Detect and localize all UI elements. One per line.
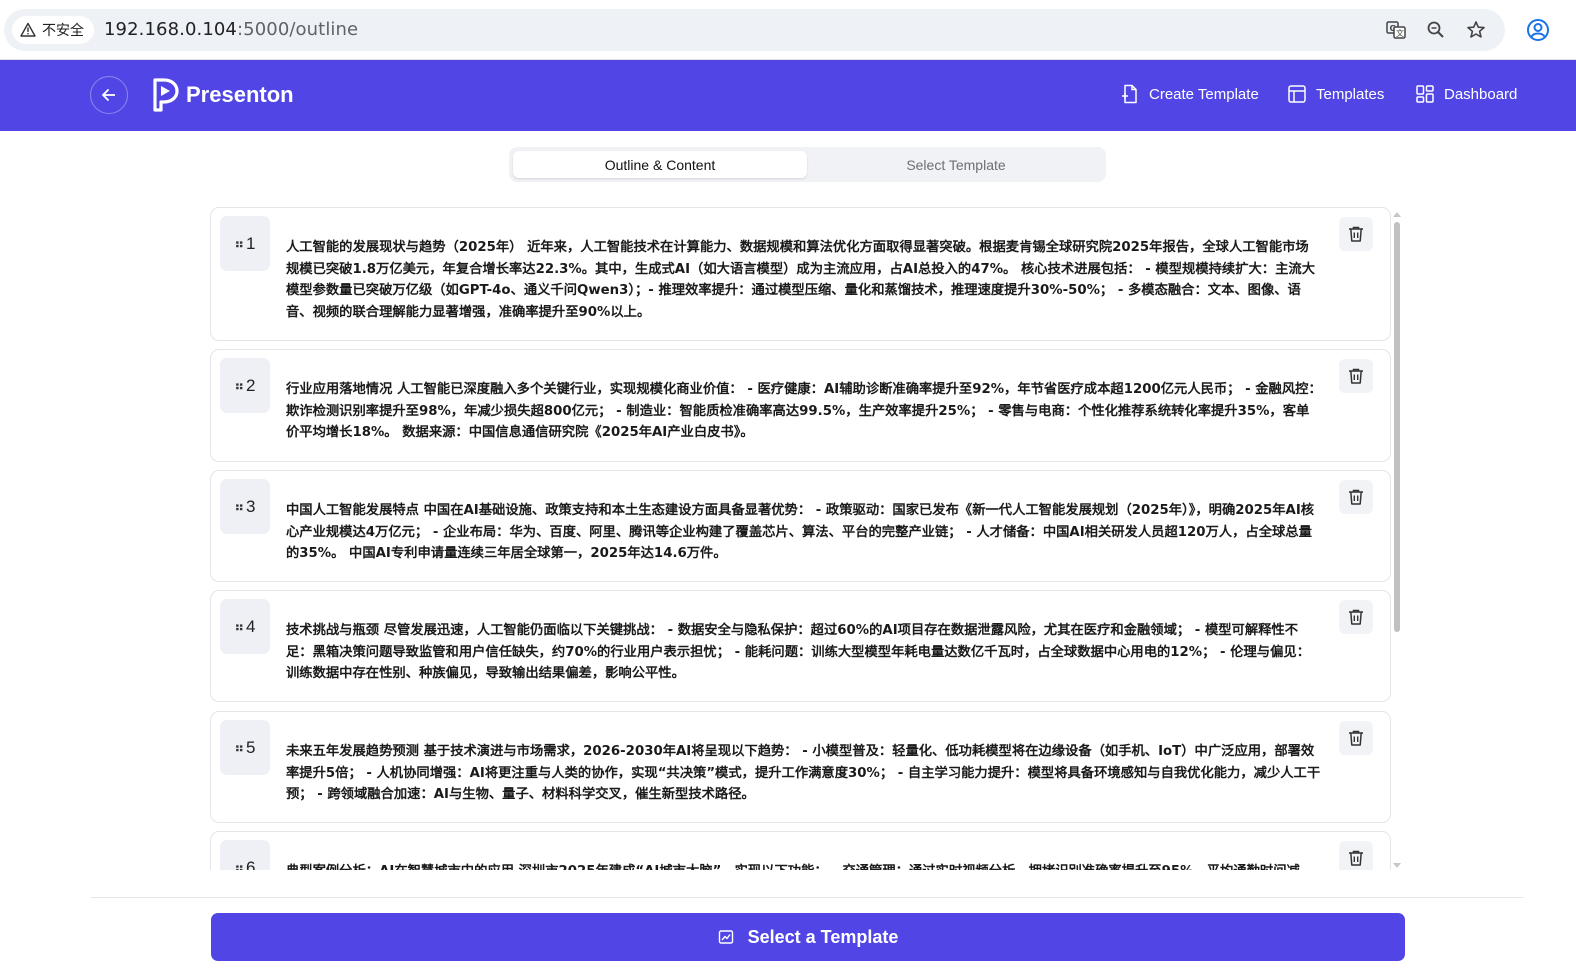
slide-number: 5 [246,737,256,757]
grip-dots-icon: ⠶ [234,235,244,251]
outline-text[interactable]: 未来五年发展趋势预测 基于技术演进与市场需求，2026-2030年AI将呈现以下… [286,741,1322,806]
browser-toolbar: 不安全 192.168.0.104:5000/outline G文 [0,0,1576,60]
security-indicator[interactable]: 不安全 [12,16,94,44]
scroll-up-arrow-icon[interactable] [1393,212,1401,217]
delete-button[interactable] [1339,359,1373,393]
drag-handle[interactable]: ⠶ 6 [220,840,270,870]
trash-icon [1349,730,1363,746]
nav-create-template[interactable]: Create Template [1120,84,1259,104]
nav-templates-label: Templates [1316,85,1385,103]
slide-number: 4 [246,616,256,636]
slide-number: 2 [246,375,256,395]
outline-card[interactable]: ⠶ 4 技术挑战与瓶颈 尽管发展迅速，人工智能仍面临以下关键挑战： - 数据安全与… [210,590,1391,702]
grip-dots-icon: ⠶ [234,618,244,634]
drag-handle[interactable]: ⠶ 5 [220,720,270,775]
arrow-left-icon [102,89,115,101]
presenton-logo-icon [153,78,179,112]
outline-text[interactable]: 行业应用落地情况 人工智能已深度融入多个关键行业，实现规模化商业价值： - 医疗… [286,379,1322,444]
delete-button[interactable] [1339,217,1373,251]
drag-handle[interactable]: ⠶ 2 [220,358,270,413]
brand-logo[interactable]: Presenton [152,78,294,112]
image-chart-icon [718,930,733,944]
footer-divider [91,897,1524,898]
trash-icon [1349,226,1363,242]
layout-template-icon [1288,85,1306,103]
step-tabs: Outline & Content Select Template [509,147,1106,182]
outline-card[interactable]: ⠶ 1 人工智能的发展现状与趋势（2025年） 近年来，人工智能技术在计算能力、数… [210,207,1391,341]
tab-outline-content[interactable]: Outline & Content [513,151,807,178]
tab-select-template[interactable]: Select Template [809,151,1103,178]
back-button[interactable] [90,76,128,114]
drag-handle[interactable]: ⠶ 4 [220,599,270,654]
outline-list: ⠶ 1 人工智能的发展现状与趋势（2025年） 近年来，人工智能技术在计算能力、数… [210,207,1406,870]
outline-text[interactable]: 技术挑战与瓶颈 尽管发展迅速，人工智能仍面临以下关键挑战： - 数据安全与隐私保… [286,620,1322,685]
grip-dots-icon: ⠶ [234,498,244,514]
grip-dots-icon: ⠶ [234,377,244,393]
drag-handle[interactable]: ⠶ 1 [220,216,270,271]
outline-card[interactable]: ⠶ 2 行业应用落地情况 人工智能已深度融入多个关键行业，实现规模化商业价值： -… [210,349,1391,462]
svg-text:文: 文 [1396,28,1404,38]
outline-text[interactable]: 典型案例分析：AI在智慧城市中的应用 深圳市2025年建成“AI城市大脑”，实现… [286,861,1322,870]
nav-dashboard[interactable]: Dashboard [1415,84,1517,104]
slide-number: 3 [246,496,256,516]
outline-card[interactable]: ⠶ 3 中国人工智能发展特点 中国在AI基础设施、政策支持和本土生态建设方面具备显… [210,470,1391,582]
url-text[interactable]: 192.168.0.104:5000/outline [104,19,358,40]
address-bar[interactable]: 不安全 192.168.0.104:5000/outline G文 [4,9,1505,51]
outline-text[interactable]: 人工智能的发展现状与趋势（2025年） 近年来，人工智能技术在计算能力、数据规模… [286,237,1322,323]
outline-card[interactable]: ⠶6 典型案例分析：AI在智慧城市中的应用 深圳市2025年建成“AI城市大脑”… [210,831,1391,870]
trash-icon [1349,489,1363,505]
grip-dots-icon: ⠶ [234,739,244,755]
delete-button[interactable] [1339,721,1373,755]
slide-number: 1 [246,233,256,253]
nav-create-template-label: Create Template [1149,85,1259,103]
url-host: 192.168.0.104 [104,19,237,40]
warning-icon [20,22,36,37]
slide-number: 6 [246,857,256,871]
zoom-icon[interactable] [1425,19,1447,41]
app-header: Presenton Create Template Templates Dash… [0,60,1576,131]
delete-button[interactable] [1339,841,1373,870]
nav-dashboard-label: Dashboard [1444,85,1518,103]
dashboard-grid-icon [1416,85,1434,103]
security-label: 不安全 [42,23,84,39]
delete-button[interactable] [1339,600,1373,634]
brand-name: Presenton [186,82,294,107]
translate-icon[interactable]: G文 [1385,19,1407,41]
profile-icon[interactable] [1526,18,1550,42]
trash-icon [1349,609,1363,625]
file-plus-icon [1122,84,1137,104]
select-template-label: Select a Template [747,926,899,947]
grip-dots-icon: ⠶ [234,859,244,871]
bookmark-star-icon[interactable] [1465,19,1487,41]
outline-scrollbar[interactable] [1392,212,1402,868]
url-path: :5000/outline [237,19,359,40]
scroll-down-arrow-icon[interactable] [1393,863,1401,868]
delete-button[interactable] [1339,480,1373,514]
select-template-button[interactable]: Select a Template [211,913,1405,961]
trash-icon [1349,850,1363,866]
scrollbar-thumb[interactable] [1394,222,1400,632]
outline-card[interactable]: ⠶ 5 未来五年发展趋势预测 基于技术演进与市场需求，2026-2030年AI将呈… [210,711,1391,823]
outline-text[interactable]: 中国人工智能发展特点 中国在AI基础设施、政策支持和本土生态建设方面具备显著优势… [286,500,1322,565]
drag-handle[interactable]: ⠶ 3 [220,479,270,534]
nav-templates[interactable]: Templates [1287,84,1384,104]
trash-icon [1349,368,1363,384]
